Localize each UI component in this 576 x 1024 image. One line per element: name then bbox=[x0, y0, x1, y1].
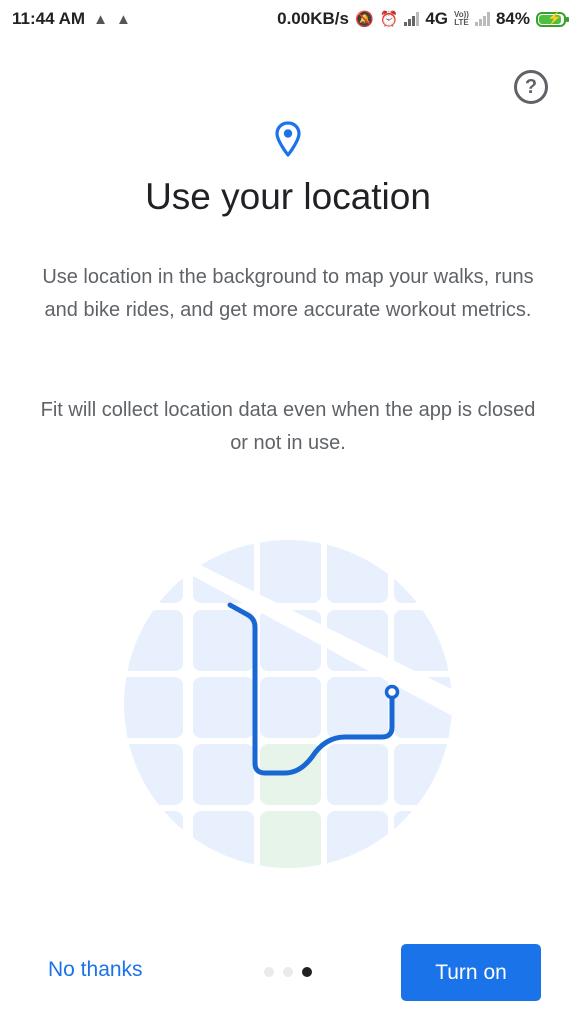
page-dot bbox=[264, 967, 274, 977]
page-dot-active bbox=[302, 967, 312, 977]
description-background-location: Use location in the background to map yo… bbox=[42, 266, 534, 321]
volte-icon: Vo)) LTE bbox=[454, 10, 469, 27]
battery-percent: 84% bbox=[495, 9, 530, 28]
network-type: 4G bbox=[425, 9, 448, 28]
no-thanks-button[interactable]: No thanks bbox=[48, 958, 143, 982]
page-indicator bbox=[264, 967, 312, 977]
network-speed: 0.00KB/s bbox=[277, 9, 349, 28]
signal-icon bbox=[404, 12, 420, 26]
map-block bbox=[124, 744, 183, 805]
map-block bbox=[124, 811, 183, 868]
bell-muted-icon: 🔕 bbox=[354, 11, 374, 28]
map-block bbox=[260, 677, 321, 738]
page-dot bbox=[283, 967, 293, 977]
map-block bbox=[193, 811, 254, 868]
alarm-icon: ⏰ bbox=[379, 11, 399, 28]
signal-2-icon bbox=[474, 12, 490, 26]
map-block bbox=[193, 610, 254, 671]
description-data-collection: Fit will collect location data even when… bbox=[40, 399, 536, 454]
park-block bbox=[260, 811, 321, 868]
map-block bbox=[327, 540, 388, 603]
map-block bbox=[193, 744, 254, 805]
map-block bbox=[394, 811, 452, 868]
map-blocks bbox=[124, 540, 452, 868]
map-block bbox=[327, 677, 388, 738]
map-block bbox=[124, 610, 183, 671]
battery-charging-icon: ⚡ bbox=[536, 11, 569, 27]
map-block bbox=[124, 677, 183, 738]
map-block bbox=[193, 677, 254, 738]
clock: 11:44 AM bbox=[12, 9, 86, 28]
warning-icon: ▲ bbox=[115, 10, 131, 28]
map-block bbox=[124, 540, 183, 603]
map-block bbox=[327, 811, 388, 868]
page-title: Use your location bbox=[145, 176, 431, 217]
map-block bbox=[260, 540, 321, 603]
route-end-marker bbox=[384, 684, 400, 700]
location-pin-icon bbox=[275, 121, 301, 157]
status-bar: 11:44 AM ▲ ▲ 0.00KB/s 🔕 ⏰ 4G Vo)) LTE 84%… bbox=[0, 0, 576, 40]
turn-on-button[interactable]: Turn on bbox=[401, 944, 541, 1001]
map-block bbox=[394, 540, 452, 603]
map-block bbox=[394, 610, 452, 671]
map-route-illustration bbox=[124, 540, 452, 868]
help-icon[interactable]: ? bbox=[514, 70, 548, 104]
map-block bbox=[327, 744, 388, 805]
map-block bbox=[394, 744, 452, 805]
warning-icon: ▲ bbox=[93, 10, 108, 28]
